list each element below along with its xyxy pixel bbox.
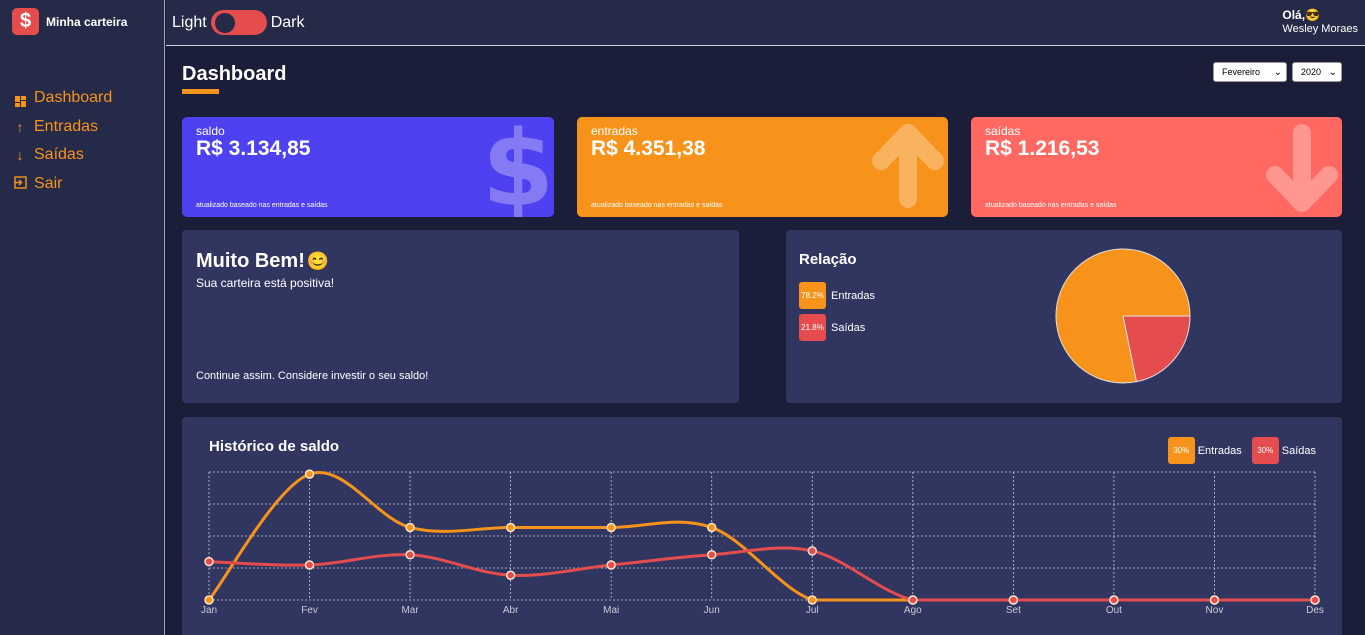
data-point-sadas[interactable] (1310, 595, 1320, 605)
message-title-text: Muito Bem! (196, 250, 305, 272)
data-point-sadas[interactable] (304, 560, 315, 570)
month-select[interactable]: Fevereiro ⌄ (1213, 62, 1287, 82)
title-underline (182, 89, 219, 94)
user-profile: Olá,😎 Wesley Moraes (1282, 8, 1358, 35)
dashboard-grid-icon (13, 89, 27, 108)
sidebar-item-dashboard[interactable]: Dashboard (13, 84, 112, 113)
theme-switch[interactable] (210, 10, 267, 35)
message-footer: Continue assim. Considere investir o seu… (196, 370, 429, 382)
card-note: atualizado baseado nas entradas e saídas (985, 202, 1117, 209)
greeting: Olá,😎 (1282, 8, 1321, 22)
data-point-sadas[interactable] (1008, 595, 1019, 605)
user-name: Wesley Moraes (1282, 23, 1358, 35)
date-filters: Fevereiro ⌄ 2020 ⌄ (1213, 62, 1342, 82)
x-tick-label: Jan (201, 605, 217, 616)
app-name: Minha carteira (46, 14, 128, 29)
year-select-value: 2020 (1301, 67, 1322, 77)
switch-knob (214, 12, 235, 33)
data-point-sadas[interactable] (1209, 595, 1220, 605)
message-box: Muito Bem! 😊 Sua carteira está positiva!… (182, 230, 739, 403)
card-value: R$ 4.351,38 (591, 137, 706, 160)
sidebar-item-sair[interactable]: Sair (13, 170, 112, 199)
x-tick-label: Mar (401, 605, 419, 616)
sidebar-item-entradas[interactable]: ↑ Entradas (13, 113, 112, 142)
sidebar: $ Minha carteira Dashboard ↑ Entradas ↓ … (0, 0, 165, 635)
theme-light-label: Light (172, 13, 207, 31)
card-note: atualizado baseado nas entradas e saídas (196, 202, 328, 209)
x-tick-label: Set (1006, 605, 1021, 616)
sidebar-item-label: Entradas (34, 117, 99, 135)
data-point-entradas[interactable] (405, 522, 415, 533)
card-label: entradas (591, 124, 638, 138)
data-point-sadas[interactable] (405, 550, 415, 560)
dollar-icon: $ (482, 117, 554, 217)
card-note: atualizado baseado nas entradas e saídas (591, 202, 723, 209)
history-box: Histórico de saldo 30% Entradas 30% Saíd… (182, 417, 1342, 635)
arrow-down-icon (1266, 124, 1338, 212)
x-tick-label: Des (1306, 605, 1324, 616)
history-line-chart: Jan Fev Mar Abr Mai Jun Jul Ago Set Out Nov Des (201, 469, 1324, 616)
data-point-sadas[interactable] (706, 550, 717, 560)
sidebar-item-saidas[interactable]: ↓ Saídas (13, 141, 112, 170)
data-point-sadas[interactable] (606, 560, 616, 570)
card-label: saldo (196, 124, 225, 138)
x-tick-label: Fev (301, 605, 318, 616)
page-title: Dashboard (182, 63, 287, 85)
arrow-up-icon: ↑ (16, 118, 24, 135)
card-saidas: saídas R$ 1.216,53 atualizado baseado na… (971, 117, 1342, 217)
data-point-entradas[interactable] (606, 522, 616, 533)
sidebar-menu: Dashboard ↑ Entradas ↓ Saídas Sair (13, 84, 112, 198)
sidebar-item-label: Sair (34, 174, 63, 192)
topbar: Light Dark Olá,😎 Wesley Moraes (166, 0, 1365, 46)
card-label: saídas (985, 124, 1021, 138)
chevron-down-icon: ⌄ (1273, 66, 1282, 78)
data-point-sadas[interactable] (908, 595, 918, 605)
sidebar-item-label: Saídas (34, 146, 84, 164)
data-point-entradas[interactable] (505, 522, 516, 533)
data-point-sadas[interactable] (204, 556, 214, 567)
x-tick-label: Abr (503, 605, 519, 616)
sidebar-item-label: Dashboard (34, 89, 113, 107)
card-value: R$ 3.134,85 (196, 137, 311, 160)
x-tick-label: Nov (1206, 605, 1224, 616)
message-emoji: 😊 (306, 251, 330, 271)
series-line-sadas (208, 546, 1315, 602)
year-select[interactable]: 2020 ⌄ (1292, 62, 1342, 82)
card-entradas: entradas R$ 4.351,38 atualizado baseado … (577, 117, 948, 217)
x-tick-label: Mai (603, 605, 619, 616)
card-value: R$ 1.216,53 (985, 137, 1100, 160)
data-point-sadas[interactable] (807, 546, 818, 556)
theme-dark-label: Dark (270, 13, 305, 31)
arrow-up-icon (872, 124, 944, 208)
message-subtitle: Sua carteira está positiva! (196, 276, 335, 290)
exit-icon (13, 176, 27, 192)
data-point-entradas[interactable] (304, 469, 315, 479)
theme-toggle: Light Dark (172, 10, 304, 35)
data-point-sadas[interactable] (1109, 595, 1119, 605)
chevron-down-icon: ⌄ (1328, 66, 1337, 78)
wallet-logo-icon: $ (12, 8, 39, 35)
data-point-sadas[interactable] (505, 570, 516, 581)
data-point-entradas[interactable] (807, 595, 818, 605)
month-select-value: Fevereiro (1222, 67, 1261, 77)
data-point-entradas[interactable] (204, 595, 214, 605)
brand: $ Minha carteira (12, 8, 127, 35)
relation-pie-chart (1055, 248, 1191, 384)
message-title: Muito Bem! 😊 (196, 250, 329, 273)
data-point-entradas[interactable] (706, 522, 717, 533)
x-tick-label: Jul (806, 605, 819, 616)
x-tick-label: Jun (704, 605, 720, 616)
relation-box: Relação 78.2% Entradas 21.8% Saídas (786, 230, 1342, 403)
x-tick-label: Ago (904, 605, 922, 616)
card-saldo: $ saldo R$ 3.134,85 atualizado baseado n… (182, 117, 554, 217)
x-tick-label: Out (1106, 605, 1122, 616)
svg-text:$: $ (482, 117, 554, 217)
arrow-down-icon: ↓ (16, 147, 24, 164)
